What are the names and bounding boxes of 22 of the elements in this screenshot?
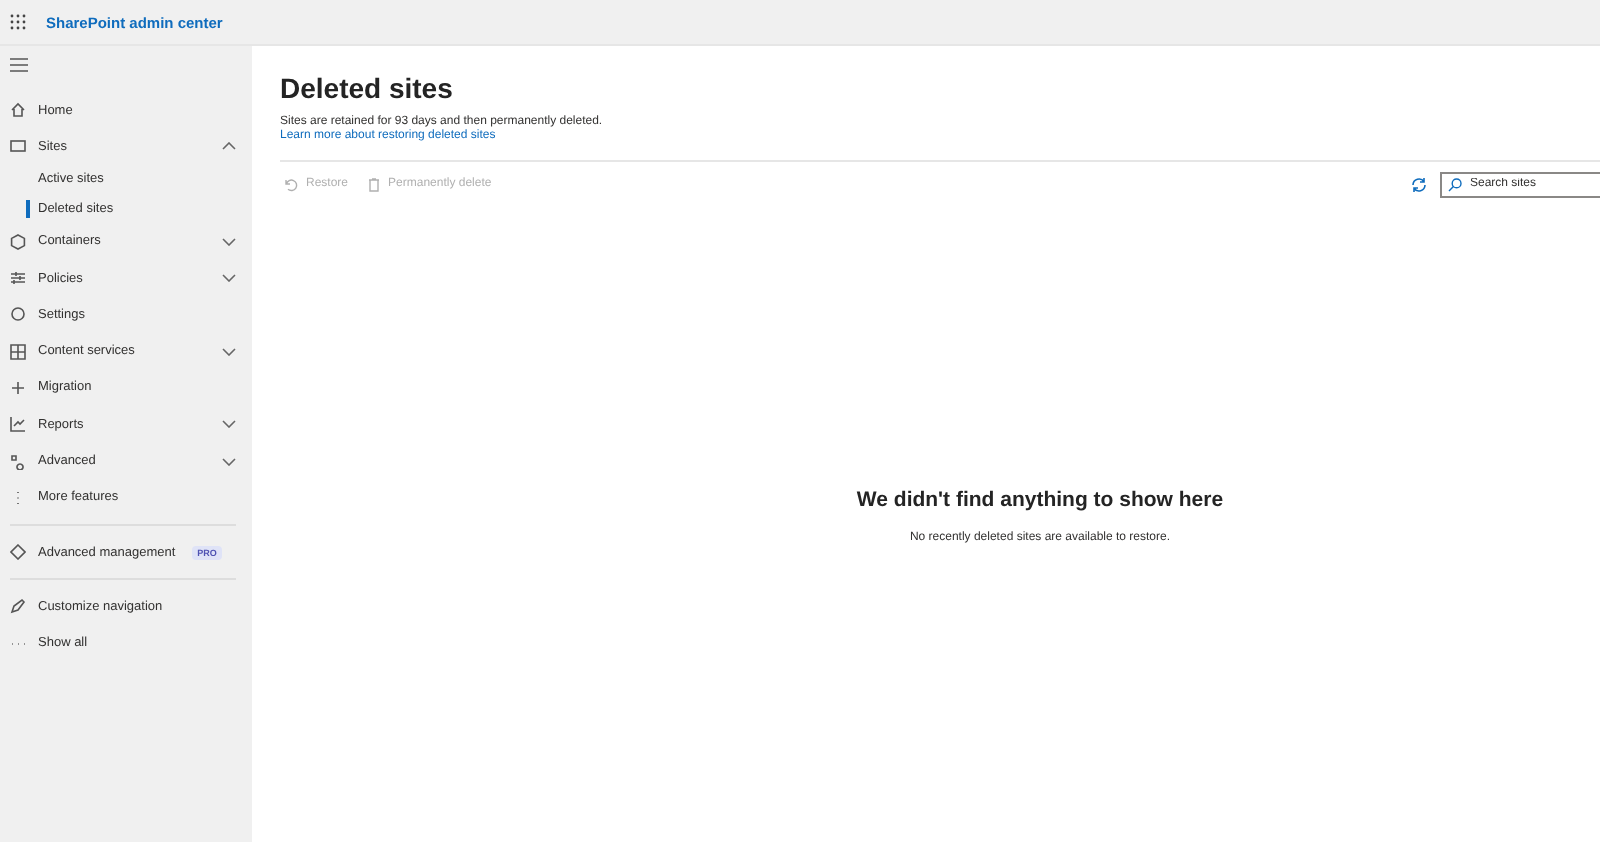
cube-icon (10, 233, 26, 250)
chevron-down-icon[interactable] (222, 457, 236, 466)
chevron-up-icon[interactable] (222, 142, 236, 151)
house-icon (10, 102, 26, 119)
menu-icon[interactable] (10, 58, 28, 72)
chevron-down-icon[interactable] (222, 420, 236, 429)
refresh-icon[interactable] (1410, 175, 1428, 193)
chevron-down-icon[interactable] (222, 347, 236, 356)
pencil-icon (10, 598, 26, 615)
diamond-icon (10, 544, 26, 561)
empty-state-title: We didn't find anything to show here (856, 488, 1224, 512)
browser-window-icon (10, 138, 26, 155)
chart-icon (10, 416, 26, 433)
chevron-down-icon[interactable] (222, 237, 236, 246)
trash-icon (368, 177, 381, 191)
undo-arrow-icon (284, 177, 298, 191)
page-title: Deleted sites (280, 72, 455, 104)
chevron-down-icon[interactable] (222, 274, 236, 283)
app-launcher-icon[interactable] (10, 14, 26, 30)
grid-icon (10, 343, 26, 360)
shapes-icon (10, 453, 26, 470)
sliders-icon (10, 270, 26, 287)
